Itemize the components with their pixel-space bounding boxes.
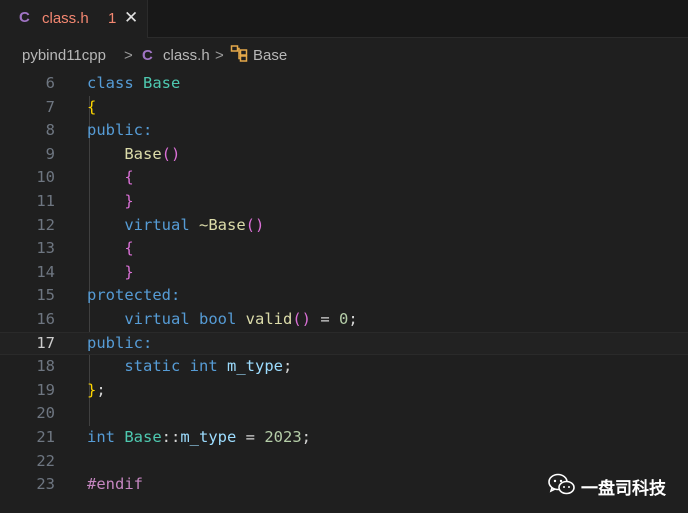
- code-text: }: [124, 192, 134, 210]
- code-line-current: 17 public:: [0, 331, 688, 356]
- line-number: 19: [36, 380, 55, 399]
- code-text: {: [124, 239, 134, 258]
- code-text: int Base::m_type = 2023;: [87, 428, 312, 446]
- tab-bar: C class.h 1 ✕: [0, 0, 688, 38]
- breadcrumb-folder[interactable]: pybind11cpp: [22, 47, 106, 64]
- code-line: 16 virtual bool valid() = 0;: [0, 308, 688, 332]
- breadcrumb-file[interactable]: class.h: [163, 47, 210, 64]
- close-icon[interactable]: ✕: [124, 8, 138, 28]
- breadcrumb-symbol[interactable]: Base: [253, 47, 287, 64]
- code-text: #endif: [87, 475, 143, 494]
- code-editor[interactable]: 6 class Base 7 { 8 public: 9 Base() 10 {…: [0, 72, 688, 513]
- line-number: 13: [36, 239, 55, 258]
- wechat-icon: [548, 473, 576, 502]
- line-number: 9: [45, 144, 55, 163]
- line-number: 22: [36, 451, 55, 470]
- code-text: virtual ~Base(): [124, 215, 265, 234]
- code-text: public:: [87, 121, 153, 140]
- code-line: 10 {: [0, 166, 688, 190]
- code-line: 20: [0, 402, 688, 426]
- line-number: 8: [45, 121, 55, 140]
- tab-label: class.h: [42, 10, 89, 27]
- code-text: protected:: [87, 286, 181, 305]
- code-line: 22: [0, 450, 688, 474]
- line-number: 20: [36, 404, 55, 423]
- code-text: Base(): [124, 144, 181, 163]
- code-text: static int m_type;: [124, 357, 293, 376]
- code-line: 13 {: [0, 237, 688, 261]
- line-number: 14: [36, 262, 55, 281]
- code-text: {: [87, 97, 97, 116]
- code-text: virtual bool valid() = 0;: [124, 310, 358, 328]
- code-line: 11 }: [0, 190, 688, 214]
- code-text: }: [124, 262, 134, 281]
- code-line: 6 class Base: [0, 72, 688, 96]
- line-number: 12: [36, 215, 55, 234]
- line-number: 21: [36, 428, 55, 446]
- code-line: 7 {: [0, 96, 688, 120]
- code-line: 9 Base(): [0, 143, 688, 167]
- code-line: 8 public:: [0, 119, 688, 143]
- line-number: 6: [45, 74, 55, 92]
- watermark-text: 一盘司科技: [581, 479, 666, 498]
- code-line: 19 };: [0, 379, 688, 403]
- code-text: class Base: [87, 74, 181, 92]
- symbol-class-icon: [230, 44, 248, 62]
- c-language-icon: C: [142, 47, 153, 64]
- line-number: 17: [36, 333, 55, 352]
- problems-count-badge: 1: [108, 10, 117, 27]
- tab-class-h[interactable]: C class.h 1 ✕: [0, 0, 148, 38]
- line-number: 18: [36, 357, 55, 376]
- line-number: 11: [36, 192, 55, 210]
- code-line: 21 int Base::m_type = 2023;: [0, 426, 688, 450]
- line-number: 16: [36, 310, 55, 328]
- code-text: {: [124, 168, 134, 187]
- breadcrumb: pybind11cpp > C class.h > Base: [0, 38, 688, 72]
- code-line: 14 }: [0, 261, 688, 285]
- chevron-right-icon: >: [124, 47, 133, 64]
- line-number: 10: [36, 168, 55, 187]
- line-number: 15: [36, 286, 55, 305]
- code-line: 18 static int m_type;: [0, 355, 688, 379]
- line-number: 7: [45, 97, 55, 116]
- code-text: };: [87, 380, 106, 399]
- line-number: 23: [36, 475, 55, 494]
- code-line: 15 protected:: [0, 284, 688, 308]
- code-line: 12 virtual ~Base(): [0, 214, 688, 238]
- chevron-right-icon: >: [215, 47, 224, 64]
- c-language-icon: C: [19, 9, 30, 26]
- code-text: public:: [87, 333, 153, 352]
